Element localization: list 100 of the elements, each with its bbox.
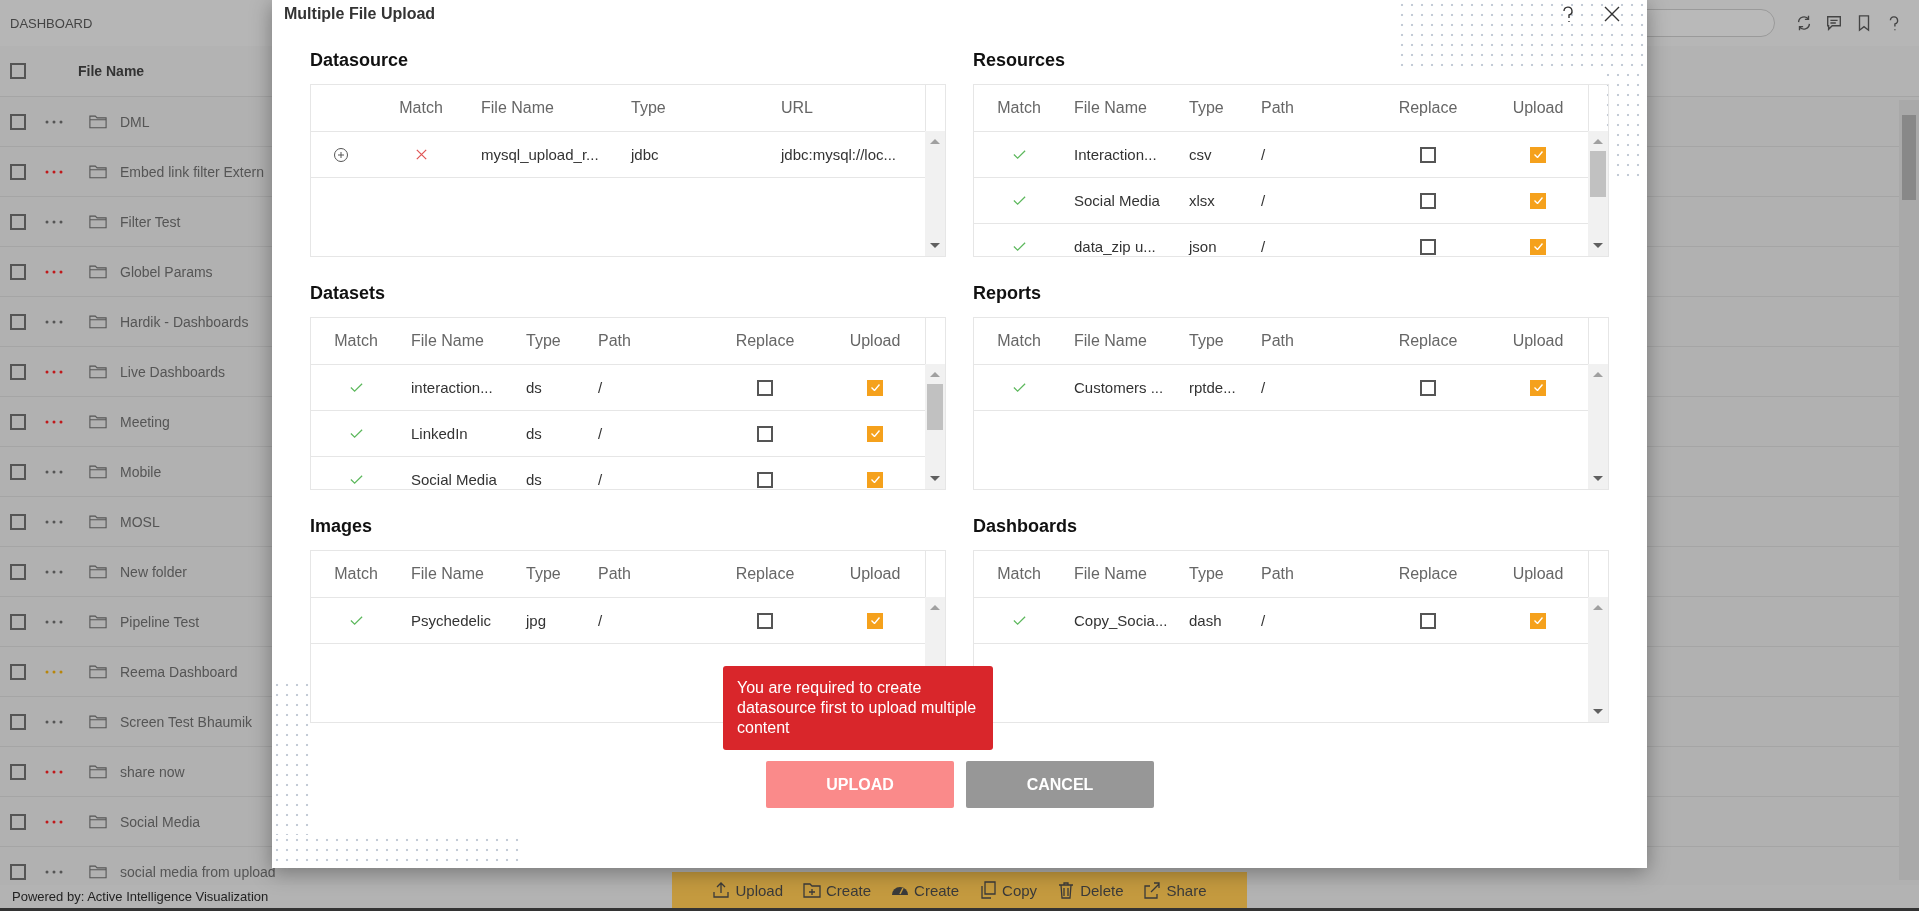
row-checkbox[interactable]	[10, 463, 26, 480]
table-cell: /	[1261, 192, 1266, 209]
upload-checkbox[interactable]	[867, 612, 883, 629]
more-icon[interactable]	[45, 469, 63, 474]
close-icon[interactable]	[1602, 4, 1622, 24]
folder-icon	[89, 314, 107, 329]
more-icon[interactable]	[45, 169, 63, 174]
upload-checkbox[interactable]	[1530, 192, 1546, 209]
more-icon[interactable]	[45, 319, 63, 324]
more-icon[interactable]	[45, 519, 63, 524]
column-header: Replace	[734, 332, 796, 350]
upload-checkbox[interactable]	[1530, 238, 1546, 255]
file-name[interactable]: Social Media	[120, 813, 201, 830]
more-icon[interactable]	[45, 619, 63, 624]
column-header: Replace	[1397, 332, 1459, 350]
file-name[interactable]: Mobile	[120, 463, 162, 480]
folder-icon	[89, 214, 107, 229]
file-name[interactable]: Embed link filter Extern	[120, 163, 264, 180]
scrollbar[interactable]	[1588, 597, 1608, 722]
table-cell: /	[1261, 612, 1266, 629]
replace-checkbox[interactable]	[1420, 238, 1436, 255]
row-checkbox[interactable]	[10, 413, 26, 430]
more-icon[interactable]	[45, 569, 63, 574]
replace-checkbox[interactable]	[757, 612, 773, 629]
scrollbar[interactable]	[925, 364, 945, 489]
upload-checkbox[interactable]	[1530, 379, 1546, 396]
select-all-checkbox[interactable]	[10, 63, 26, 79]
folder-icon	[89, 514, 107, 529]
more-icon[interactable]	[45, 419, 63, 424]
more-icon[interactable]	[45, 819, 63, 824]
cancel-button[interactable]: CANCEL	[966, 761, 1154, 808]
row-checkbox[interactable]	[10, 713, 26, 730]
row-checkbox[interactable]	[10, 563, 26, 580]
more-icon[interactable]	[45, 219, 63, 224]
file-name[interactable]: Globel Params	[120, 263, 213, 280]
column-header: Replace	[1397, 565, 1459, 583]
more-icon[interactable]	[45, 369, 63, 374]
add-circle-icon[interactable]	[333, 146, 349, 163]
replace-checkbox[interactable]	[757, 425, 773, 442]
file-name[interactable]: MOSL	[120, 513, 160, 530]
file-name[interactable]: Reema Dashboard	[120, 663, 238, 680]
replace-checkbox[interactable]	[1420, 146, 1436, 163]
toolbar-button[interactable]: Copy	[973, 877, 1044, 903]
refresh-icon[interactable]	[1795, 14, 1813, 32]
scrollbar[interactable]	[1588, 364, 1608, 489]
toolbar-button[interactable]: Create	[797, 877, 878, 903]
upload-checkbox[interactable]	[867, 471, 883, 488]
toolbar-button[interactable]: Delete	[1051, 877, 1130, 903]
file-name[interactable]: DML	[120, 113, 150, 130]
share-icon	[1143, 881, 1162, 899]
replace-checkbox[interactable]	[757, 379, 773, 396]
trash-icon	[1057, 881, 1076, 899]
row-checkbox[interactable]	[10, 863, 26, 880]
upload-checkbox[interactable]	[1530, 612, 1546, 629]
row-checkbox[interactable]	[10, 363, 26, 380]
more-icon[interactable]	[45, 269, 63, 274]
scrollbar[interactable]	[1899, 100, 1919, 880]
column-header: File Name	[1073, 565, 1148, 583]
toolbar-button[interactable]: Share	[1137, 877, 1213, 903]
row-checkbox[interactable]	[10, 213, 26, 230]
row-checkbox[interactable]	[10, 313, 26, 330]
scrollbar[interactable]	[925, 131, 945, 256]
table-cell: Interaction...	[1074, 146, 1157, 163]
check-icon	[870, 384, 880, 391]
folder-icon	[89, 664, 107, 679]
toolbar-button[interactable]: Create	[885, 877, 966, 903]
replace-checkbox[interactable]	[757, 471, 773, 488]
more-icon[interactable]	[45, 769, 63, 774]
column-header: Match	[333, 332, 379, 350]
row-checkbox[interactable]	[10, 663, 26, 680]
upload-checkbox[interactable]	[867, 379, 883, 396]
row-checkbox[interactable]	[10, 113, 26, 130]
row-checkbox[interactable]	[10, 263, 26, 280]
folder-icon	[89, 164, 107, 179]
column-header: Upload	[1511, 332, 1565, 350]
file-name[interactable]: share now	[120, 763, 185, 780]
file-name[interactable]: Pipeline Test	[120, 613, 200, 630]
upload-checkbox[interactable]	[867, 425, 883, 442]
scrollbar[interactable]	[1588, 131, 1608, 256]
more-icon[interactable]	[45, 119, 63, 124]
replace-checkbox[interactable]	[1420, 379, 1436, 396]
file-name[interactable]: Hardik - Dashboards	[120, 313, 249, 330]
file-name[interactable]: social media from upload	[120, 863, 276, 880]
more-icon[interactable]	[45, 719, 63, 724]
more-icon[interactable]	[45, 869, 63, 874]
file-name[interactable]: Meeting	[120, 413, 170, 430]
file-name[interactable]: New folder	[120, 563, 187, 580]
row-checkbox[interactable]	[10, 763, 26, 780]
row-checkbox[interactable]	[10, 163, 26, 180]
file-name[interactable]: Screen Test Bhaumik	[120, 713, 253, 730]
row-checkbox[interactable]	[10, 513, 26, 530]
toolbar-button[interactable]: Upload	[706, 877, 790, 903]
row-checkbox[interactable]	[10, 813, 26, 830]
replace-checkbox[interactable]	[1420, 192, 1436, 209]
upload-checkbox[interactable]	[1530, 146, 1546, 163]
replace-checkbox[interactable]	[1420, 612, 1436, 629]
file-name[interactable]: Live Dashboards	[120, 363, 226, 380]
file-name[interactable]: Filter Test	[120, 213, 181, 230]
comment-icon[interactable]	[1825, 14, 1843, 32]
row-checkbox[interactable]	[10, 613, 26, 630]
